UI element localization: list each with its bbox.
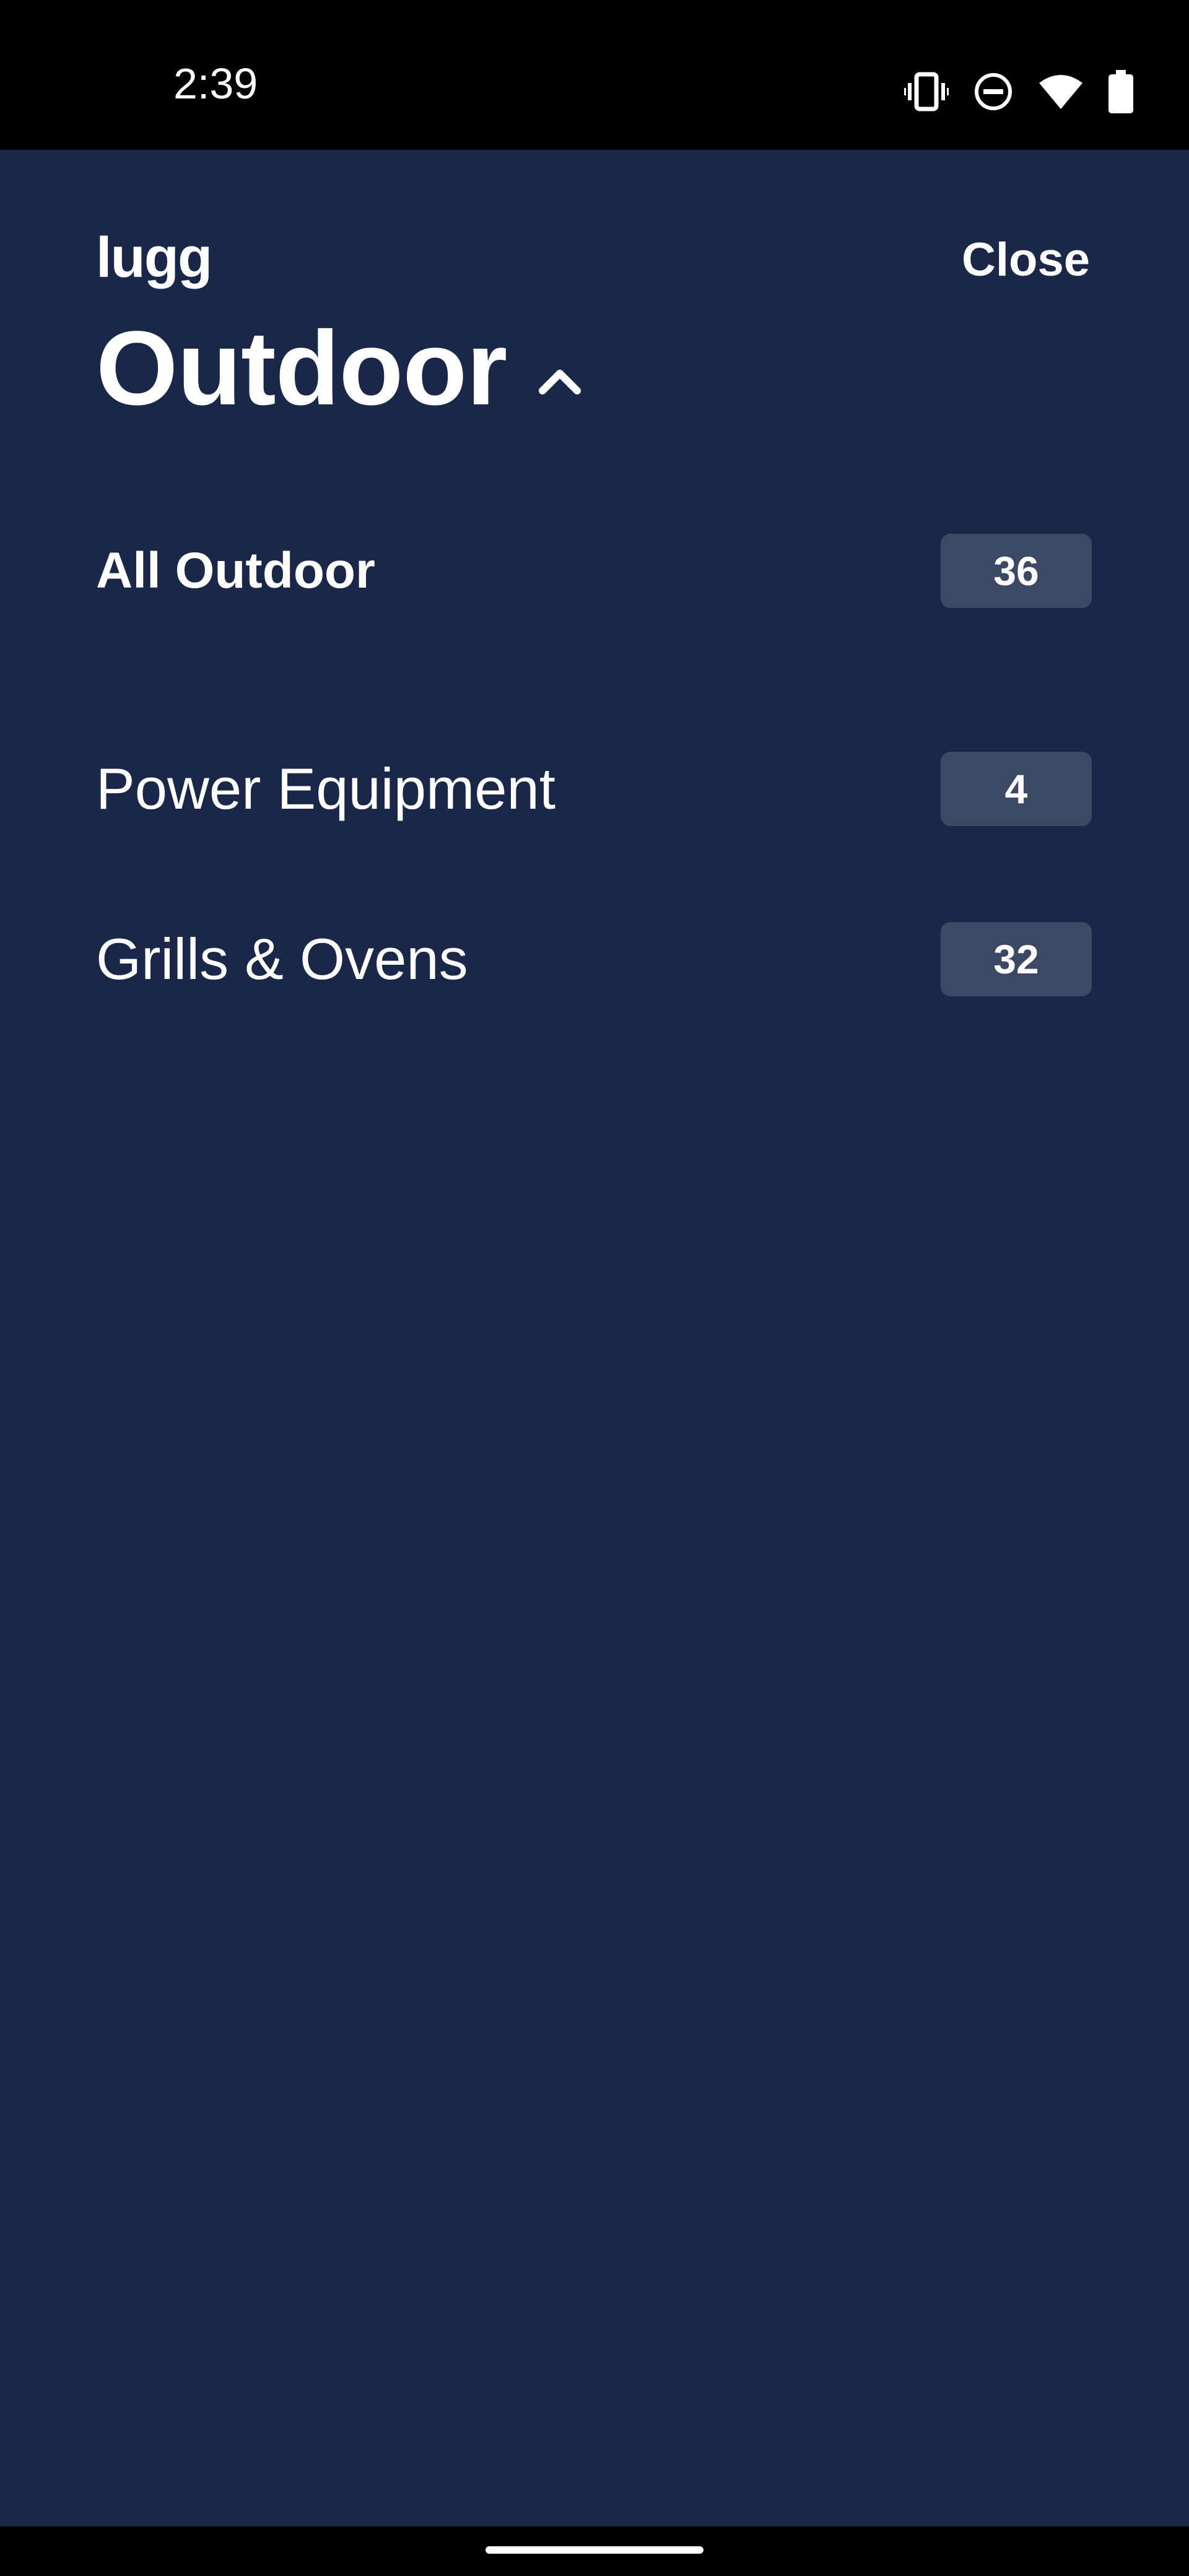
- battery-icon: [1108, 70, 1133, 113]
- list-item-power-equipment[interactable]: Power Equipment 4: [96, 752, 1092, 826]
- count-badge: 32: [941, 922, 1092, 996]
- close-button[interactable]: Close: [962, 237, 1090, 284]
- chevron-up-icon: [538, 342, 582, 394]
- status-icons: [904, 67, 1133, 116]
- count-badge: 36: [941, 534, 1092, 608]
- wifi-icon: [1038, 73, 1084, 110]
- status-time: 2:39: [173, 59, 258, 108]
- navigation-bar: [0, 2526, 1189, 2576]
- list-item-grills-ovens[interactable]: Grills & Ovens 32: [96, 922, 1092, 996]
- brand-logo: lugg: [96, 226, 212, 289]
- vibrate-icon: [904, 72, 949, 111]
- category-header-toggle[interactable]: Outdoor: [96, 316, 582, 421]
- count-badge: 4: [941, 752, 1092, 826]
- home-indicator[interactable]: [486, 2546, 703, 2554]
- list-item-label: Grills & Ovens: [96, 926, 468, 991]
- list-item-label: All Outdoor: [96, 542, 375, 599]
- do-not-disturb-icon: [973, 72, 1013, 111]
- category-menu-screen: lugg Close Outdoor All Outdoor 36 Power …: [0, 150, 1189, 2526]
- list-item-all-outdoor[interactable]: All Outdoor 36: [96, 534, 1092, 608]
- category-title: Outdoor: [96, 310, 507, 427]
- list-item-label: Power Equipment: [96, 756, 555, 821]
- status-bar: 2:39: [0, 0, 1189, 150]
